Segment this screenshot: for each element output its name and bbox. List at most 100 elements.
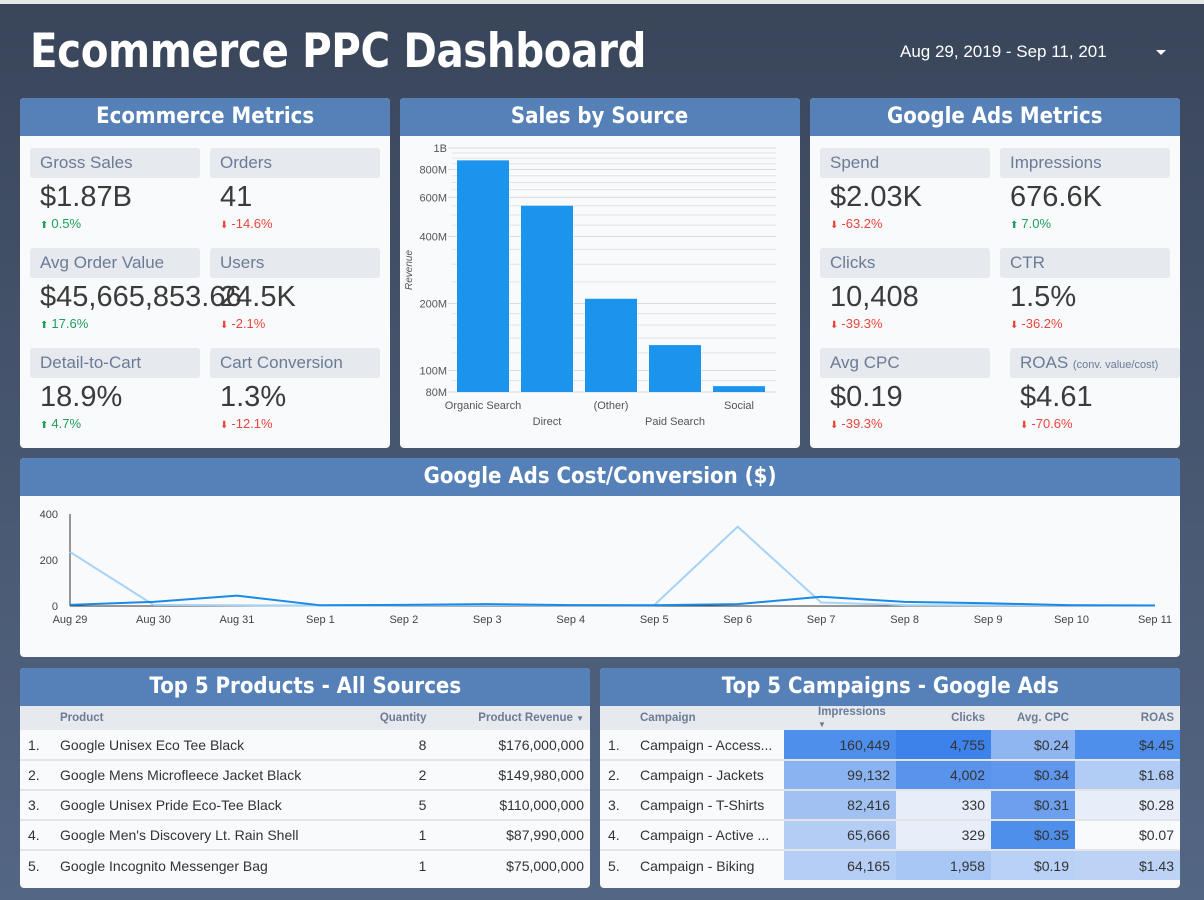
caret-down-icon[interactable] <box>1156 50 1166 55</box>
metric-label-note: (conv. value/cost) <box>1072 359 1159 371</box>
col-avg-cpc[interactable]: Avg. CPC <box>991 706 1075 730</box>
line-series-light[interactable] <box>69 525 1155 607</box>
x-tick-label: Sep 9 <box>974 614 1003 626</box>
col-impressions[interactable]: Impressions ▼ <box>784 706 896 730</box>
bar-paid-search[interactable] <box>649 345 701 392</box>
campaign-cpc: $0.19 <box>991 850 1075 880</box>
product-quantity: 1 <box>418 857 427 874</box>
metric-label: Spend <box>820 148 990 178</box>
metric-value: $2.03K <box>830 181 922 213</box>
arrow-up-icon: ⬆ <box>40 320 49 331</box>
x-tick-label: Sep 3 <box>473 614 502 626</box>
metric-impressions: Impressions 676.6K ⬆ 7.0% <box>1000 148 1170 238</box>
metric-delta: ⬇ -70.6% <box>1020 416 1073 431</box>
campaign-clicks: 1,958 <box>896 850 991 880</box>
bar--other-[interactable] <box>585 298 637 392</box>
product-name: Google Unisex Pride Eco-Tee Black <box>54 790 354 821</box>
top-campaigns-table: Campaign Impressions ▼ Clicks Avg. CPC R… <box>600 706 1180 880</box>
product-revenue: $87,990,000 <box>432 820 590 851</box>
panel-header: Ecommerce Metrics <box>20 98 390 136</box>
metric-users: Users 24.5K ⬇ -2.1% <box>210 248 380 338</box>
sort-desc-icon[interactable]: ▼ <box>576 714 584 723</box>
product-name: Google Men's Discovery Lt. Rain Shell <box>54 820 354 851</box>
metric-delta: ⬇ -39.3% <box>830 416 883 431</box>
metric-value: $0.19 <box>830 381 903 413</box>
col-product[interactable]: Product <box>54 706 354 730</box>
x-tick-label: Direct <box>533 416 562 428</box>
date-range-selector[interactable]: Aug 29, 2019 - Sep 11, 201 <box>900 42 1180 72</box>
bar-organic-search[interactable] <box>457 160 509 392</box>
cost-conversion-panel: Google Ads Cost/Conversion ($) 0 200 400 Au… <box>20 458 1180 657</box>
metric-label: Avg Order Value <box>30 248 200 278</box>
metric-ctr: CTR 1.5% ⬇ -36.2% <box>1000 248 1170 338</box>
product-name: Google Unisex Eco Tee Black <box>54 730 354 761</box>
metric-delta: ⬆ 4.7% <box>40 416 82 431</box>
row-index: 5. <box>28 857 40 874</box>
y-tick-label: 80M <box>426 387 447 399</box>
table-row[interactable]: 4. Google Men's Discovery Lt. Rain Shell 1… <box>20 820 590 851</box>
metric-label: Cart Conversion <box>210 348 380 378</box>
metric-value: 24.5K <box>220 281 296 313</box>
metric-delta: ⬆ 17.6% <box>40 316 89 331</box>
ecommerce-metrics-panel: Ecommerce Metrics Gross Sales $1.87B ⬆ 0.5%… <box>20 98 390 448</box>
metric-label: Orders <box>210 148 380 178</box>
col-clicks[interactable]: Clicks <box>896 706 991 730</box>
x-tick-label: Sep 1 <box>306 614 335 626</box>
metric-label: Users <box>210 248 380 278</box>
x-tick-label: Sep 6 <box>723 614 752 626</box>
table-row[interactable]: 3. Google Unisex Pride Eco-Tee Black 5 $110… <box>20 790 590 821</box>
metric-delta: ⬇ -36.2% <box>1010 316 1063 331</box>
x-tick-label: Aug 30 <box>136 614 171 626</box>
col-index <box>600 706 634 730</box>
product-revenue: $149,980,000 <box>432 760 590 791</box>
arrow-down-icon: ⬇ <box>830 320 839 331</box>
x-tick-label: Sep 2 <box>389 614 418 626</box>
x-tick-label: Sep 5 <box>640 614 669 626</box>
table-row[interactable]: 2. Google Mens Microfleece Jacket Black 2 $… <box>20 760 590 791</box>
google-ads-metrics-panel: Google Ads Metrics Spend $2.03K ⬇ -63.2% Imp… <box>810 98 1180 448</box>
top-campaigns-panel: Top 5 Campaigns - Google Ads Campaign Im… <box>600 668 1180 888</box>
table-row[interactable]: 4. Campaign - Active ... 65,666 329 $0.35 $0.… <box>600 820 1180 851</box>
line-series-dark[interactable] <box>69 594 1156 607</box>
bar-social[interactable] <box>713 386 765 392</box>
x-tick-label: Aug 29 <box>53 614 88 626</box>
metric-roas: ROAS (conv. value/cost) $4.61 ⬇ -70.6% <box>1010 348 1180 438</box>
arrow-up-icon: ⬆ <box>40 420 49 431</box>
table-row[interactable]: 1. Google Unisex Eco Tee Black 8 $176,000,0… <box>20 730 590 761</box>
metric-label: ROAS (conv. value/cost) <box>1010 348 1180 378</box>
panel-header: Google Ads Cost/Conversion ($) <box>20 458 1180 496</box>
arrow-down-icon: ⬇ <box>220 420 229 431</box>
col-quantity[interactable]: Quantity <box>354 706 433 730</box>
metric-delta: ⬇ -12.1% <box>220 416 273 431</box>
arrow-down-icon: ⬇ <box>830 220 839 231</box>
table-row[interactable]: 5. Google Incognito Messenger Bag 1 $75,000… <box>20 850 590 880</box>
y-tick-label: 100M <box>419 365 447 377</box>
metric-value: 1.5% <box>1010 281 1077 313</box>
metric-value: 676.6K <box>1010 181 1102 213</box>
campaign-name: Campaign - Access... <box>634 730 784 761</box>
campaign-name: Campaign - Active ... <box>634 820 784 851</box>
product-quantity: 1 <box>354 820 433 851</box>
y-tick-label: 600M <box>419 192 447 204</box>
metric-label: Detail-to-Cart <box>30 348 200 378</box>
x-tick-label: (Other) <box>594 400 629 412</box>
metric-delta: ⬇ -63.2% <box>830 216 883 231</box>
bar-direct[interactable] <box>521 205 573 392</box>
col-campaign[interactable]: Campaign <box>634 706 784 730</box>
table-row[interactable]: 2. Campaign - Jackets 99,132 4,002 $0.34 $1.6… <box>600 760 1180 791</box>
col-product-revenue[interactable]: Product Revenue ▼ <box>432 706 590 730</box>
row-index: 2. <box>20 760 54 791</box>
arrow-down-icon: ⬇ <box>1010 320 1019 331</box>
col-roas[interactable]: ROAS <box>1075 706 1180 730</box>
x-tick-label: Sep 10 <box>1054 614 1089 626</box>
row-index: 3. <box>20 790 54 821</box>
arrow-down-icon: ⬇ <box>220 220 229 231</box>
table-row[interactable]: 5. Campaign - Biking 64,165 1,958 $0.19 $1.43 <box>600 850 1180 880</box>
table-row[interactable]: 1. Campaign - Access... 160,449 4,755 $0.24 $… <box>600 730 1180 761</box>
panel-header: Google Ads Metrics <box>810 98 1180 136</box>
product-quantity: 5 <box>354 790 433 821</box>
product-revenue: $75,000,000 <box>506 857 584 874</box>
table-row[interactable]: 3. Campaign - T-Shirts 82,416 330 $0.31 $0.28 <box>600 790 1180 821</box>
sort-desc-icon[interactable]: ▼ <box>818 720 826 729</box>
product-name: Google Incognito Messenger Bag <box>60 857 268 874</box>
